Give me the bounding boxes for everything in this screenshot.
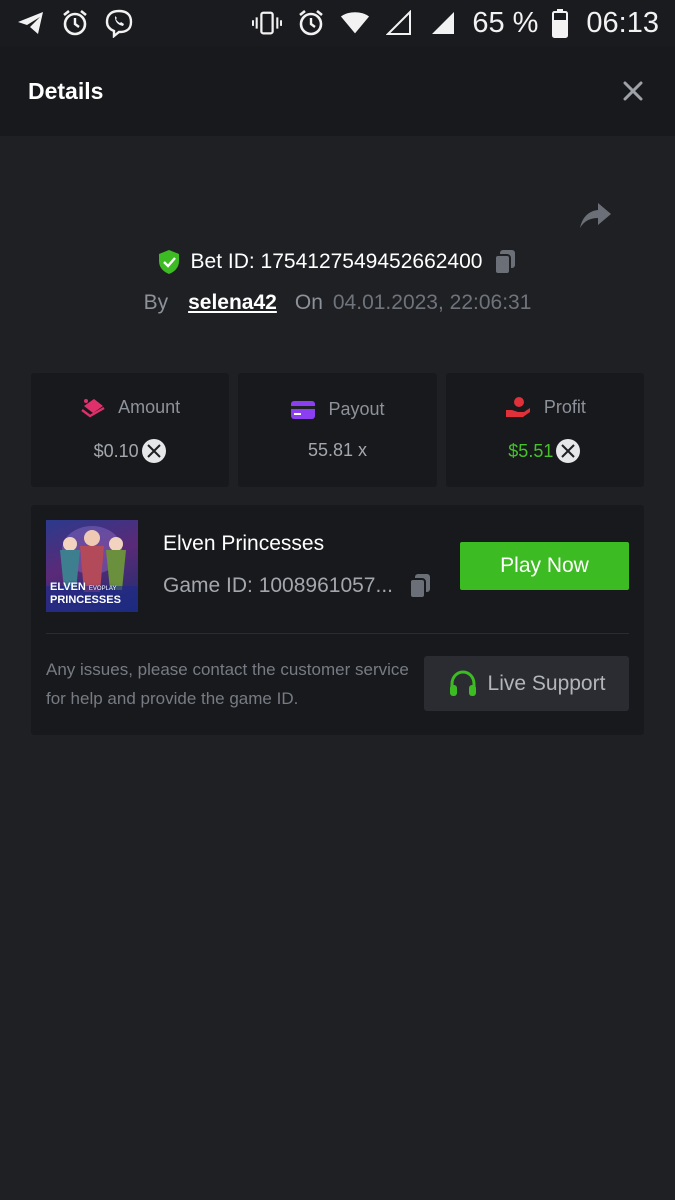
amount-icon (80, 396, 106, 418)
vibrate-icon (252, 8, 283, 38)
amount-card: Amount $0.10 (31, 373, 230, 487)
close-button[interactable] (619, 77, 647, 105)
bet-meta-row: By selena42 On 04.01.2023, 22:06:31 (0, 285, 675, 321)
bet-id-row: Bet ID: 1754127549452662400 (0, 244, 675, 280)
copy-bet-id-icon[interactable] (492, 248, 518, 276)
game-card: ELVEN EVOPLAY PRINCESSES Elven Princesse… (31, 505, 644, 735)
page-title: Details (28, 77, 104, 104)
profit-value: $5.51 (508, 440, 554, 461)
signal-empty-icon (384, 8, 414, 38)
amount-value: $0.10 (93, 440, 139, 461)
live-support-button[interactable]: Live Support (424, 656, 629, 711)
username-link[interactable]: selena42 (188, 291, 277, 315)
game-id: Game ID: 1008961057... (163, 574, 393, 597)
on-label: On (294, 291, 323, 314)
profit-label: Profit (543, 396, 586, 417)
battery-percent: 65 % (472, 6, 539, 39)
share-icon (580, 203, 611, 228)
signal-icon (428, 8, 458, 38)
telegram-icon (16, 8, 46, 38)
divider (46, 633, 629, 634)
share-button[interactable] (578, 200, 614, 232)
game-thumbnail[interactable]: ELVEN EVOPLAY PRINCESSES (46, 520, 138, 612)
profit-hand-icon (504, 396, 532, 418)
game-id-row: Game ID: 1008961057... (163, 572, 433, 600)
payout-card-icon (290, 400, 316, 420)
payout-value: 55.81 x (307, 440, 368, 460)
close-icon (623, 81, 643, 101)
payout-label: Payout (328, 399, 385, 419)
status-bar: 65 % 06:13 (0, 0, 675, 46)
game-name: Elven Princesses (163, 532, 325, 555)
play-now-button[interactable]: Play Now (460, 542, 629, 590)
alarm-icon (60, 8, 90, 38)
clock: 06:13 (586, 6, 659, 39)
game-thumbnail-title: ELVEN EVOPLAY PRINCESSES (50, 581, 121, 606)
alarm-icon (296, 8, 326, 38)
xrp-coin-icon (141, 438, 167, 464)
live-support-label: Live Support (487, 671, 606, 695)
by-label: By (143, 291, 169, 314)
headset-icon (448, 669, 478, 698)
thumb-brand: EVOPLAY (88, 586, 117, 592)
amount-label: Amount (118, 396, 181, 417)
status-bar-right: 65 % 06:13 (252, 7, 659, 40)
copy-game-id-icon[interactable] (407, 572, 433, 600)
details-header: Details (0, 46, 675, 136)
support-notice: Any issues, please contact the customer … (46, 660, 409, 708)
xrp-coin-icon (555, 438, 581, 464)
viber-icon (104, 8, 134, 38)
payout-card: Payout 55.81 x (238, 373, 437, 487)
bet-date: 04.01.2023, 22:06:31 (332, 291, 532, 314)
bet-id: Bet ID: 1754127549452662400 (190, 250, 483, 273)
wifi-icon (340, 8, 370, 38)
profit-card: Profit $5.51 (445, 373, 644, 487)
bet-stats: Amount $0.10 Payout 55.81 x Profit $5.51 (31, 373, 644, 487)
battery-icon (552, 8, 569, 38)
verified-shield-icon (157, 249, 181, 275)
status-bar-left (16, 8, 134, 38)
